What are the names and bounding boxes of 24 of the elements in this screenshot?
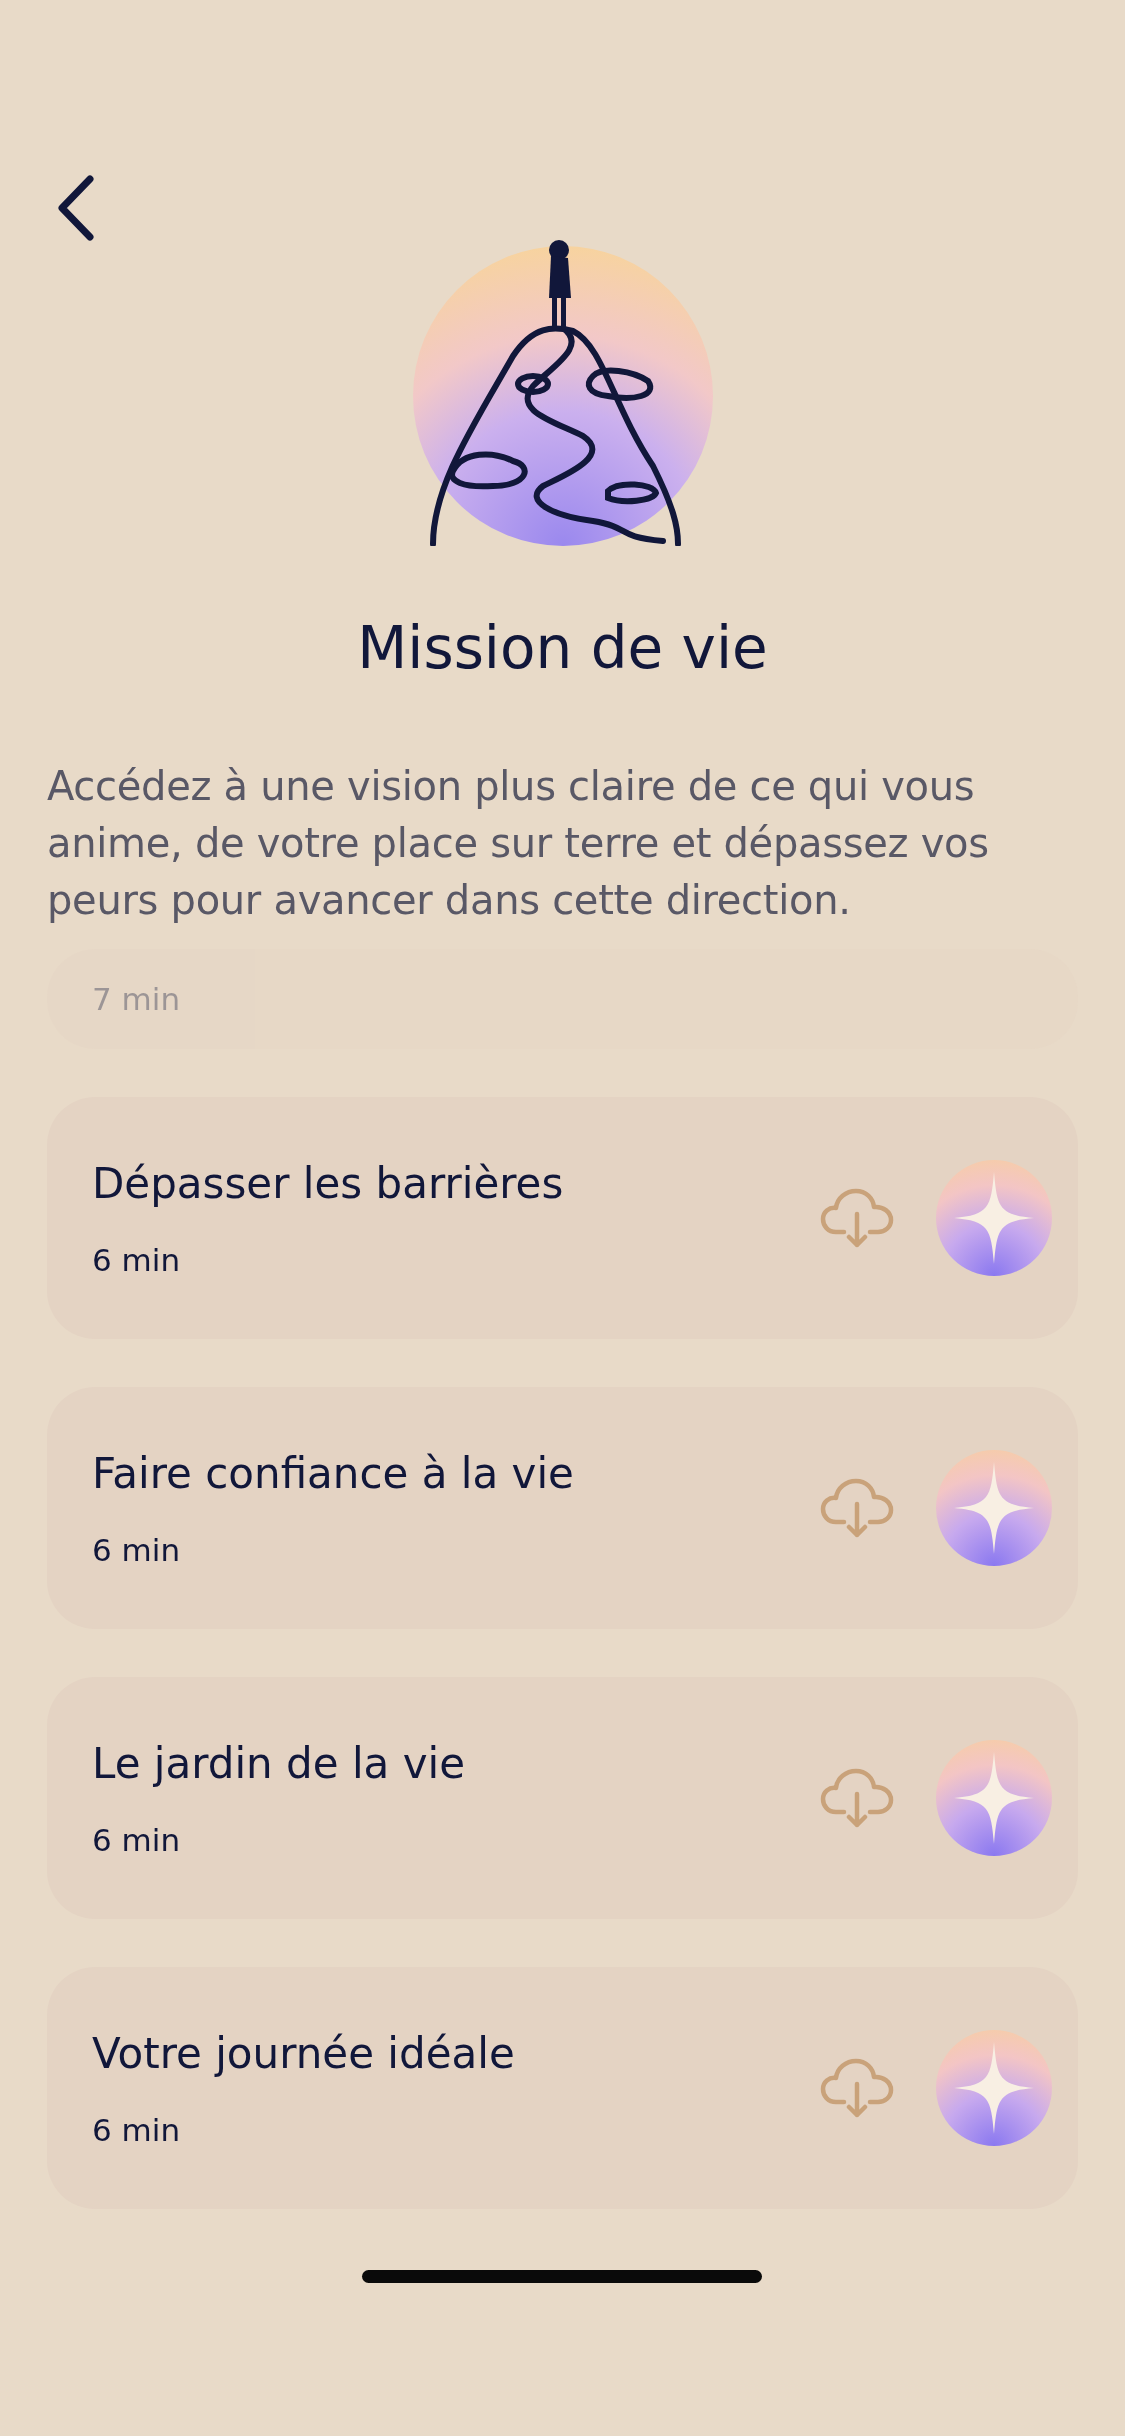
- session-card[interactable]: Le jardin de la vie 6 min: [47, 1677, 1078, 1919]
- cloud-download-icon: [820, 1188, 894, 1248]
- duration-text: 6 min: [92, 2111, 182, 2148]
- duration-text: 6 min: [92, 1821, 182, 1858]
- session-title: Votre journée idéale: [92, 2028, 516, 2078]
- session-card[interactable]: Votre journée idéale 6 min: [47, 1967, 1078, 2209]
- download-button[interactable]: [820, 1478, 894, 1538]
- session-title: Le jardin de la vie: [92, 1738, 467, 1788]
- download-button[interactable]: [820, 1188, 894, 1248]
- cloud-download-icon: [820, 1768, 894, 1828]
- page-title: Mission de vie: [356, 614, 769, 682]
- session-card[interactable]: Faire confiance à la vie 6 min: [47, 1387, 1078, 1629]
- duration-text: 6 min: [92, 1241, 182, 1278]
- cloud-download-icon: [820, 1478, 894, 1538]
- session-title: Dépasser les barrières: [92, 1158, 565, 1208]
- session-title: Faire confiance à la vie: [92, 1448, 575, 1498]
- description-text: Accédez à une vision plus claire de ce qui vous anime, de votre place sur terre et dépassez vos peurs pour avancer dans cette direction.: [47, 762, 990, 925]
- duration-text: 7 min: [92, 981, 181, 1017]
- cloud-download-icon: [820, 2058, 894, 2118]
- duration-text: 6 min: [92, 1531, 182, 1568]
- session-card[interactable]: Dépasser les barrières 6 min: [47, 1097, 1078, 1339]
- download-button[interactable]: [820, 1768, 894, 1828]
- download-button[interactable]: [820, 2058, 894, 2118]
- back-icon: [57, 175, 95, 241]
